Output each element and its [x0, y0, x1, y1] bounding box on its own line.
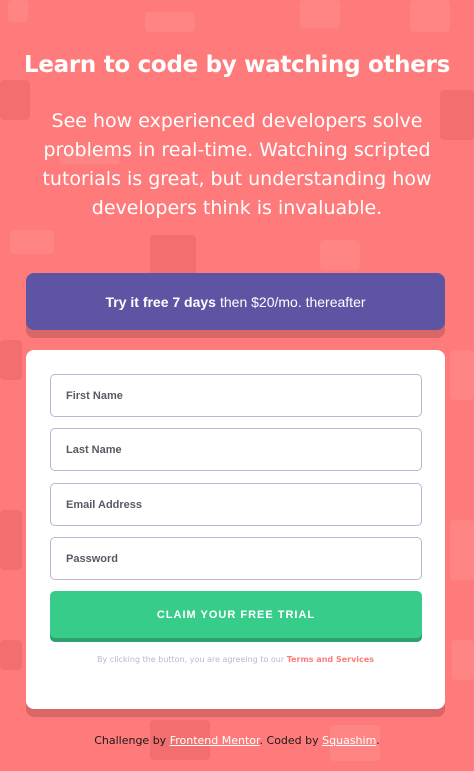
terms-link[interactable]: Terms and Services [287, 655, 374, 664]
hero-description: See how experienced developers solve pro… [42, 110, 432, 219]
trial-banner-highlight: Try it free 7 days [105, 293, 216, 310]
footer-suffix: . [376, 734, 380, 747]
signup-form: First Name Last Name Email Address Passw… [26, 350, 445, 709]
email-field[interactable]: Email Address [50, 483, 422, 526]
trial-banner-price: then $20/mo. thereafter [219, 293, 366, 310]
frontend-mentor-link[interactable]: Frontend Mentor [170, 734, 260, 747]
email-placeholder: Email Address [66, 498, 143, 511]
footer-middle: . Coded by [259, 734, 319, 747]
first-name-field[interactable]: First Name [50, 374, 422, 417]
password-placeholder: Password [66, 552, 118, 565]
first-name-placeholder: First Name [66, 389, 123, 402]
last-name-field[interactable]: Last Name [50, 428, 422, 471]
claim-free-trial-button[interactable]: CLAIM YOUR FREE TRIAL [50, 591, 422, 638]
attribution-footer: Challenge by Frontend Mentor. Coded by S… [0, 734, 474, 747]
trial-banner: Try it free 7 days then $20/mo. thereaft… [26, 273, 445, 330]
landing-page: Learn to code by watching others See how… [0, 0, 474, 771]
terms-prefix: By clicking the button, you are agreeing… [97, 655, 285, 664]
last-name-placeholder: Last Name [66, 443, 122, 456]
terms-notice: By clicking the button, you are agreeing… [26, 655, 445, 664]
password-field[interactable]: Password [50, 537, 422, 580]
footer-prefix: Challenge by [94, 734, 167, 747]
author-link[interactable]: Squashim [322, 734, 376, 747]
page-title: Learn to code by watching others [24, 52, 450, 78]
